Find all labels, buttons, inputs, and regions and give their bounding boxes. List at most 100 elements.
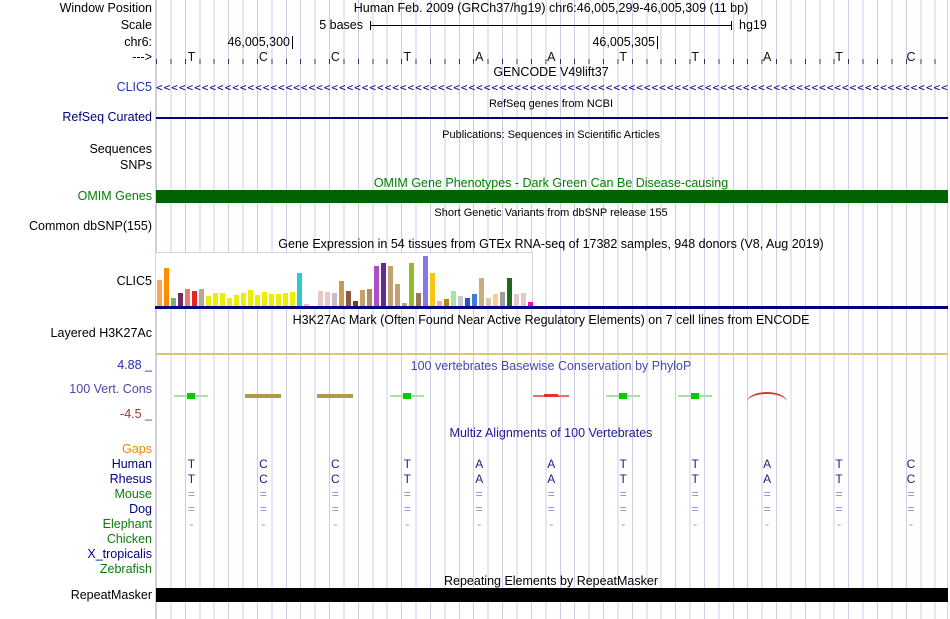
coordinate-label: 46,005,305 [592, 35, 655, 49]
multiz-cell: - [837, 517, 842, 531]
scale-value: 5 bases [319, 18, 363, 32]
multiz-cell: C [259, 457, 268, 471]
gtex-bar [276, 294, 281, 306]
multiz-cell: = [403, 502, 411, 516]
gtex-bar [423, 256, 428, 306]
gtex-bar [171, 298, 176, 306]
gtex-bar [458, 296, 463, 306]
gtex-bar [255, 295, 260, 306]
phylop-mark-negative-core [544, 394, 559, 397]
track-label-x-tropicalis[interactable]: X_tropicalis [0, 547, 152, 561]
gtex-bar [339, 281, 344, 306]
gtex-bar [346, 291, 351, 306]
track-label-repeatmasker[interactable]: RepeatMasker [0, 588, 152, 602]
track-label-phylop-min[interactable]: -4.5 _ [0, 407, 152, 421]
gtex-bar [290, 292, 295, 306]
multiz-cell: = [403, 487, 411, 501]
strand-direction-arrow: ---> [132, 50, 152, 64]
gtex-bar [199, 289, 204, 306]
multiz-cell: = [331, 502, 339, 516]
track-label-gtex-clic5[interactable]: CLIC5 [0, 274, 152, 288]
coordinate-tick [657, 36, 658, 49]
track-label-chicken[interactable]: Chicken [0, 532, 152, 546]
multiz-cell: = [835, 502, 843, 516]
track-label-gaps[interactable]: Gaps [0, 442, 152, 456]
track-label-sequences[interactable]: Sequences [0, 142, 152, 156]
track-label-dog[interactable]: Dog [0, 502, 152, 516]
multiz-cell: T [619, 472, 627, 486]
gtex-bar [486, 298, 491, 306]
track-label-phylop-max[interactable]: 4.88 _ [0, 358, 152, 372]
gtex-bar [507, 278, 512, 306]
gtex-bar [192, 291, 197, 306]
gtex-bar [206, 296, 211, 306]
track-title-gencode: GENCODE V49lift37 [493, 65, 609, 79]
track-label-human[interactable]: Human [0, 457, 152, 471]
multiz-cell: T [691, 472, 699, 486]
coordinate-tick [292, 36, 293, 49]
repeatmasker-bar[interactable] [156, 588, 948, 602]
multiz-cell: - [189, 517, 194, 531]
track-title-gtex: Gene Expression in 54 tissues from GTEx … [278, 237, 824, 251]
multiz-cell: - [405, 517, 410, 531]
multiz-cell: C [906, 472, 916, 486]
multiz-cell: = [547, 502, 555, 516]
gtex-bar [234, 295, 239, 306]
multiz-cell: - [333, 517, 338, 531]
track-label-zebrafish[interactable]: Zebrafish [0, 562, 152, 576]
multiz-cell: A [475, 457, 484, 471]
gtex-bar [472, 294, 477, 306]
track-label-omim-genes[interactable]: OMIM Genes [0, 189, 152, 203]
track-label-layered-h3k27ac[interactable]: Layered H3K27Ac [0, 326, 152, 340]
gtex-bar [297, 273, 302, 306]
gtex-bar [241, 293, 246, 306]
track-label-refseq-curated[interactable]: RefSeq Curated [0, 110, 152, 124]
track-title-phylop: 100 vertebrates Basewise Conservation by… [410, 359, 692, 373]
track-label-clic5-gene[interactable]: CLIC5 [0, 80, 152, 94]
multiz-cell: = [907, 502, 915, 516]
multiz-cell: = [763, 487, 771, 501]
multiz-cell: = [331, 487, 339, 501]
track-label-common-dbsnp[interactable]: Common dbSNP(155) [0, 219, 152, 233]
gtex-bar [318, 291, 323, 306]
gtex-bar [332, 293, 337, 306]
multiz-cell: T [691, 457, 699, 471]
gtex-bar [367, 289, 372, 306]
track-label-window-position: Window Position [59, 1, 152, 15]
scale-bar [370, 25, 731, 26]
track-label-mouse[interactable]: Mouse [0, 487, 152, 501]
genome-browser: Window Position Scale chr6: ---> CLIC5 RefSeq… [0, 0, 950, 619]
multiz-cell: - [693, 517, 698, 531]
omim-gene-bar[interactable] [156, 190, 948, 203]
multiz-cell: C [331, 457, 340, 471]
multiz-cell: T [403, 457, 411, 471]
clic5-gene-line[interactable]: <<<<<<<<<<<<<<<<<<<<<<<<<<<<<<<<<<<<<<<<… [156, 82, 948, 95]
assembly-label: hg19 [739, 18, 767, 32]
gtex-bar [381, 263, 386, 306]
multiz-cell: = [259, 502, 267, 516]
multiz-cell: = [259, 487, 267, 501]
track-label-vert-cons[interactable]: 100 Vert. Cons [0, 382, 152, 396]
gtex-bar [325, 292, 330, 306]
gtex-bar [262, 292, 267, 306]
multiz-cell: - [909, 517, 914, 531]
multiz-cell: - [477, 517, 482, 531]
coordinate-label: 46,005,300 [227, 35, 290, 49]
gtex-bar [395, 284, 400, 306]
h3k27ac-signal-line[interactable] [156, 353, 948, 355]
track-label-elephant[interactable]: Elephant [0, 517, 152, 531]
track-label-chrom: chr6: [124, 35, 152, 49]
multiz-cell: A [547, 472, 556, 486]
gtex-bar [451, 291, 456, 306]
gtex-bar [185, 289, 190, 306]
multiz-cell: = [475, 502, 483, 516]
multiz-cell: = [619, 502, 627, 516]
track-label-rhesus[interactable]: Rhesus [0, 472, 152, 486]
track-label-snps[interactable]: SNPs [0, 158, 152, 172]
gtex-bar [213, 293, 218, 306]
refseq-curated-item[interactable] [156, 117, 948, 119]
multiz-cell: = [835, 487, 843, 501]
gtex-bar [227, 298, 232, 306]
phylop-mark-positive-box [691, 393, 700, 399]
multiz-cell: T [187, 457, 196, 471]
